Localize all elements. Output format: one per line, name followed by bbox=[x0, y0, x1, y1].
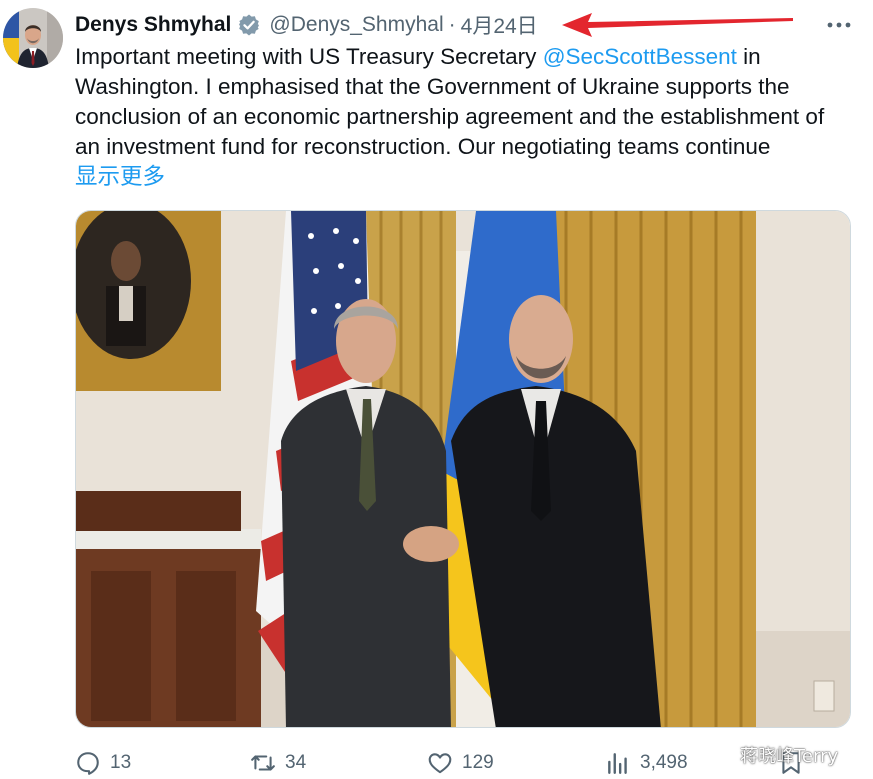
author-handle[interactable]: @Denys_Shmyhal bbox=[269, 13, 443, 37]
reply-button[interactable]: 13 bbox=[75, 748, 131, 778]
tweet-text: Important meeting with US Treasury Secre… bbox=[75, 42, 845, 162]
reply-icon bbox=[77, 752, 99, 775]
watermark-text: 蒋晓峰Terry bbox=[740, 746, 839, 767]
tweet-photo[interactable] bbox=[75, 210, 851, 728]
tweet-header: Denys Shmyhal @Denys_Shmyhal · 4月24日 bbox=[75, 10, 538, 40]
views-count: 3,498 bbox=[640, 752, 688, 773]
red-arrow-annotation-icon bbox=[562, 13, 793, 37]
photo-two-men-handshake-flags-icon bbox=[76, 211, 850, 727]
reply-count: 13 bbox=[110, 752, 132, 773]
like-button[interactable]: 129 bbox=[427, 748, 494, 778]
verified-badge-icon[interactable] bbox=[237, 13, 261, 37]
author-avatar[interactable] bbox=[3, 8, 63, 68]
views-button[interactable]: 3,498 bbox=[605, 748, 688, 778]
avatar-portrait-icon bbox=[3, 8, 63, 68]
heart-icon bbox=[428, 753, 452, 774]
mention-link[interactable]: @SecScottBessent bbox=[543, 44, 737, 69]
repost-icon bbox=[251, 755, 275, 771]
like-count: 129 bbox=[462, 752, 494, 773]
repost-button[interactable]: 34 bbox=[250, 748, 306, 778]
more-options-button[interactable] bbox=[822, 10, 856, 40]
tweet-text-part1: Important meeting with US Treasury Secre… bbox=[75, 44, 543, 69]
show-more-link[interactable]: 显示更多 bbox=[75, 162, 165, 192]
header-separator: · bbox=[448, 13, 456, 36]
repost-count: 34 bbox=[285, 752, 307, 773]
views-bar-chart-icon bbox=[608, 753, 627, 774]
author-display-name[interactable]: Denys Shmyhal bbox=[75, 13, 231, 37]
tweet-date[interactable]: 4月24日 bbox=[461, 10, 538, 40]
ellipsis-icon bbox=[827, 22, 851, 28]
